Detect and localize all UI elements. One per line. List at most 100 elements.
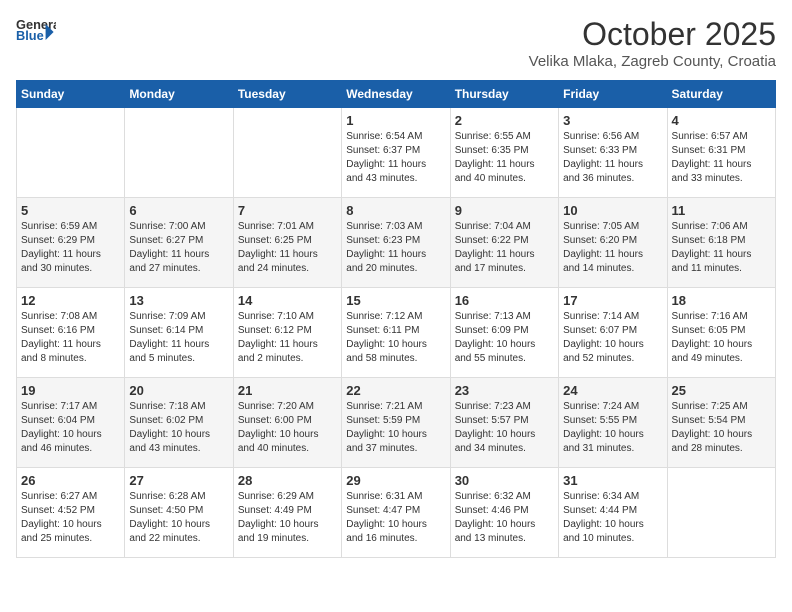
weekday-header: Saturday bbox=[667, 81, 775, 108]
calendar-cell: 17 Sunrise: 7:14 AM Sunset: 6:07 PM Dayli… bbox=[559, 288, 667, 378]
calendar-cell: 28 Sunrise: 6:29 AM Sunset: 4:49 PM Dayli… bbox=[233, 468, 341, 558]
title-block: October 2025 Velika Mlaka, Zagreb County… bbox=[529, 16, 776, 70]
calendar-cell: 6 Sunrise: 7:00 AM Sunset: 6:27 PM Daylig… bbox=[125, 198, 233, 288]
svg-text:Blue: Blue bbox=[16, 28, 44, 43]
day-info: Sunrise: 6:32 AM Sunset: 4:46 PM Dayligh… bbox=[455, 490, 554, 546]
day-info: Sunrise: 6:55 AM Sunset: 6:35 PM Dayligh… bbox=[455, 130, 554, 186]
calendar-cell: 4 Sunrise: 6:57 AM Sunset: 6:31 PM Daylig… bbox=[667, 108, 775, 198]
day-number: 4 bbox=[672, 113, 771, 128]
day-info: Sunrise: 7:08 AM Sunset: 6:16 PM Dayligh… bbox=[21, 310, 120, 366]
day-info: Sunrise: 6:29 AM Sunset: 4:49 PM Dayligh… bbox=[238, 490, 337, 546]
calendar-cell: 24 Sunrise: 7:24 AM Sunset: 5:55 PM Dayli… bbox=[559, 378, 667, 468]
day-info: Sunrise: 7:14 AM Sunset: 6:07 PM Dayligh… bbox=[563, 310, 662, 366]
day-number: 7 bbox=[238, 203, 337, 218]
calendar-cell: 1 Sunrise: 6:54 AM Sunset: 6:37 PM Daylig… bbox=[342, 108, 450, 198]
day-number: 21 bbox=[238, 383, 337, 398]
calendar-cell: 14 Sunrise: 7:10 AM Sunset: 6:12 PM Dayli… bbox=[233, 288, 341, 378]
day-info: Sunrise: 7:10 AM Sunset: 6:12 PM Dayligh… bbox=[238, 310, 337, 366]
day-number: 30 bbox=[455, 473, 554, 488]
day-number: 29 bbox=[346, 473, 445, 488]
calendar-week-row: 26 Sunrise: 6:27 AM Sunset: 4:52 PM Dayli… bbox=[17, 468, 776, 558]
calendar-cell: 27Sunrise: 6:28 AM Sunset: 4:50 PM Dayli… bbox=[125, 468, 233, 558]
calendar-cell: 25Sunrise: 7:25 AM Sunset: 5:54 PM Dayli… bbox=[667, 378, 775, 468]
day-info: Sunrise: 7:05 AM Sunset: 6:20 PM Dayligh… bbox=[563, 220, 662, 276]
calendar-cell: 19 Sunrise: 7:17 AM Sunset: 6:04 PM Dayli… bbox=[17, 378, 125, 468]
day-number: 15 bbox=[346, 293, 445, 308]
calendar-cell: 13Sunrise: 7:09 AM Sunset: 6:14 PM Dayli… bbox=[125, 288, 233, 378]
day-number: 18 bbox=[672, 293, 771, 308]
day-info: Sunrise: 7:18 AM Sunset: 6:02 PM Dayligh… bbox=[129, 400, 228, 456]
day-info: Sunrise: 7:23 AM Sunset: 5:57 PM Dayligh… bbox=[455, 400, 554, 456]
day-info: Sunrise: 7:04 AM Sunset: 6:22 PM Dayligh… bbox=[455, 220, 554, 276]
day-number: 5 bbox=[21, 203, 120, 218]
calendar-cell: 16 Sunrise: 7:13 AM Sunset: 6:09 PM Dayli… bbox=[450, 288, 558, 378]
day-info: Sunrise: 6:54 AM Sunset: 6:37 PM Dayligh… bbox=[346, 130, 445, 186]
calendar-cell: 18 Sunrise: 7:16 AM Sunset: 6:05 PM Dayli… bbox=[667, 288, 775, 378]
logo-icon: General Blue bbox=[16, 16, 56, 44]
weekday-header: Wednesday bbox=[342, 81, 450, 108]
calendar-table: SundayMondayTuesdayWednesdayThursdayFrid… bbox=[16, 80, 776, 558]
day-number: 17 bbox=[563, 293, 662, 308]
calendar-cell: 26 Sunrise: 6:27 AM Sunset: 4:52 PM Dayli… bbox=[17, 468, 125, 558]
calendar-cell: 15 Sunrise: 7:12 AM Sunset: 6:11 PM Dayli… bbox=[342, 288, 450, 378]
calendar-cell bbox=[125, 108, 233, 198]
calendar-cell: 22Sunrise: 7:21 AM Sunset: 5:59 PM Dayli… bbox=[342, 378, 450, 468]
calendar-cell bbox=[17, 108, 125, 198]
day-number: 10 bbox=[563, 203, 662, 218]
day-info: Sunrise: 7:12 AM Sunset: 6:11 PM Dayligh… bbox=[346, 310, 445, 366]
day-info: Sunrise: 6:34 AM Sunset: 4:44 PM Dayligh… bbox=[563, 490, 662, 546]
month-title: October 2025 bbox=[529, 16, 776, 53]
calendar-cell: 11 Sunrise: 7:06 AM Sunset: 6:18 PM Dayli… bbox=[667, 198, 775, 288]
logo: General Blue bbox=[16, 16, 56, 44]
calendar-cell bbox=[233, 108, 341, 198]
calendar-cell: 20Sunrise: 7:18 AM Sunset: 6:02 PM Dayli… bbox=[125, 378, 233, 468]
day-info: Sunrise: 7:16 AM Sunset: 6:05 PM Dayligh… bbox=[672, 310, 771, 366]
subtitle: Velika Mlaka, Zagreb County, Croatia bbox=[529, 53, 776, 70]
day-number: 11 bbox=[672, 203, 771, 218]
calendar-week-row: 19 Sunrise: 7:17 AM Sunset: 6:04 PM Dayli… bbox=[17, 378, 776, 468]
day-number: 24 bbox=[563, 383, 662, 398]
day-info: Sunrise: 6:56 AM Sunset: 6:33 PM Dayligh… bbox=[563, 130, 662, 186]
calendar-cell: 9Sunrise: 7:04 AM Sunset: 6:22 PM Daylig… bbox=[450, 198, 558, 288]
day-info: Sunrise: 7:00 AM Sunset: 6:27 PM Dayligh… bbox=[129, 220, 228, 276]
calendar-body: 1 Sunrise: 6:54 AM Sunset: 6:37 PM Daylig… bbox=[17, 108, 776, 558]
day-number: 2 bbox=[455, 113, 554, 128]
day-info: Sunrise: 6:59 AM Sunset: 6:29 PM Dayligh… bbox=[21, 220, 120, 276]
day-number: 1 bbox=[346, 113, 445, 128]
calendar-cell: 5 Sunrise: 6:59 AM Sunset: 6:29 PM Daylig… bbox=[17, 198, 125, 288]
calendar-cell: 30 Sunrise: 6:32 AM Sunset: 4:46 PM Dayli… bbox=[450, 468, 558, 558]
day-number: 12 bbox=[21, 293, 120, 308]
calendar-cell: 10 Sunrise: 7:05 AM Sunset: 6:20 PM Dayli… bbox=[559, 198, 667, 288]
day-info: Sunrise: 6:28 AM Sunset: 4:50 PM Dayligh… bbox=[129, 490, 228, 546]
calendar-cell: 7 Sunrise: 7:01 AM Sunset: 6:25 PM Daylig… bbox=[233, 198, 341, 288]
day-info: Sunrise: 6:27 AM Sunset: 4:52 PM Dayligh… bbox=[21, 490, 120, 546]
day-info: Sunrise: 7:01 AM Sunset: 6:25 PM Dayligh… bbox=[238, 220, 337, 276]
day-number: 14 bbox=[238, 293, 337, 308]
weekday-header: Friday bbox=[559, 81, 667, 108]
day-number: 16 bbox=[455, 293, 554, 308]
day-number: 13 bbox=[129, 293, 228, 308]
day-info: Sunrise: 6:57 AM Sunset: 6:31 PM Dayligh… bbox=[672, 130, 771, 186]
calendar-header: SundayMondayTuesdayWednesdayThursdayFrid… bbox=[17, 81, 776, 108]
day-info: Sunrise: 7:24 AM Sunset: 5:55 PM Dayligh… bbox=[563, 400, 662, 456]
day-number: 19 bbox=[21, 383, 120, 398]
page-header: General Blue October 2025 Velika Mlaka, … bbox=[16, 16, 776, 70]
calendar-cell: 21 Sunrise: 7:20 AM Sunset: 6:00 PM Dayli… bbox=[233, 378, 341, 468]
day-number: 28 bbox=[238, 473, 337, 488]
calendar-cell: 3Sunrise: 6:56 AM Sunset: 6:33 PM Daylig… bbox=[559, 108, 667, 198]
day-info: Sunrise: 6:31 AM Sunset: 4:47 PM Dayligh… bbox=[346, 490, 445, 546]
calendar-week-row: 1 Sunrise: 6:54 AM Sunset: 6:37 PM Daylig… bbox=[17, 108, 776, 198]
day-number: 6 bbox=[129, 203, 228, 218]
day-info: Sunrise: 7:03 AM Sunset: 6:23 PM Dayligh… bbox=[346, 220, 445, 276]
weekday-header: Tuesday bbox=[233, 81, 341, 108]
day-info: Sunrise: 7:06 AM Sunset: 6:18 PM Dayligh… bbox=[672, 220, 771, 276]
day-info: Sunrise: 7:20 AM Sunset: 6:00 PM Dayligh… bbox=[238, 400, 337, 456]
day-info: Sunrise: 7:25 AM Sunset: 5:54 PM Dayligh… bbox=[672, 400, 771, 456]
day-info: Sunrise: 7:13 AM Sunset: 6:09 PM Dayligh… bbox=[455, 310, 554, 366]
calendar-cell: 31Sunrise: 6:34 AM Sunset: 4:44 PM Dayli… bbox=[559, 468, 667, 558]
day-number: 23 bbox=[455, 383, 554, 398]
day-number: 22 bbox=[346, 383, 445, 398]
calendar-cell: 23 Sunrise: 7:23 AM Sunset: 5:57 PM Dayli… bbox=[450, 378, 558, 468]
day-number: 26 bbox=[21, 473, 120, 488]
day-info: Sunrise: 7:17 AM Sunset: 6:04 PM Dayligh… bbox=[21, 400, 120, 456]
